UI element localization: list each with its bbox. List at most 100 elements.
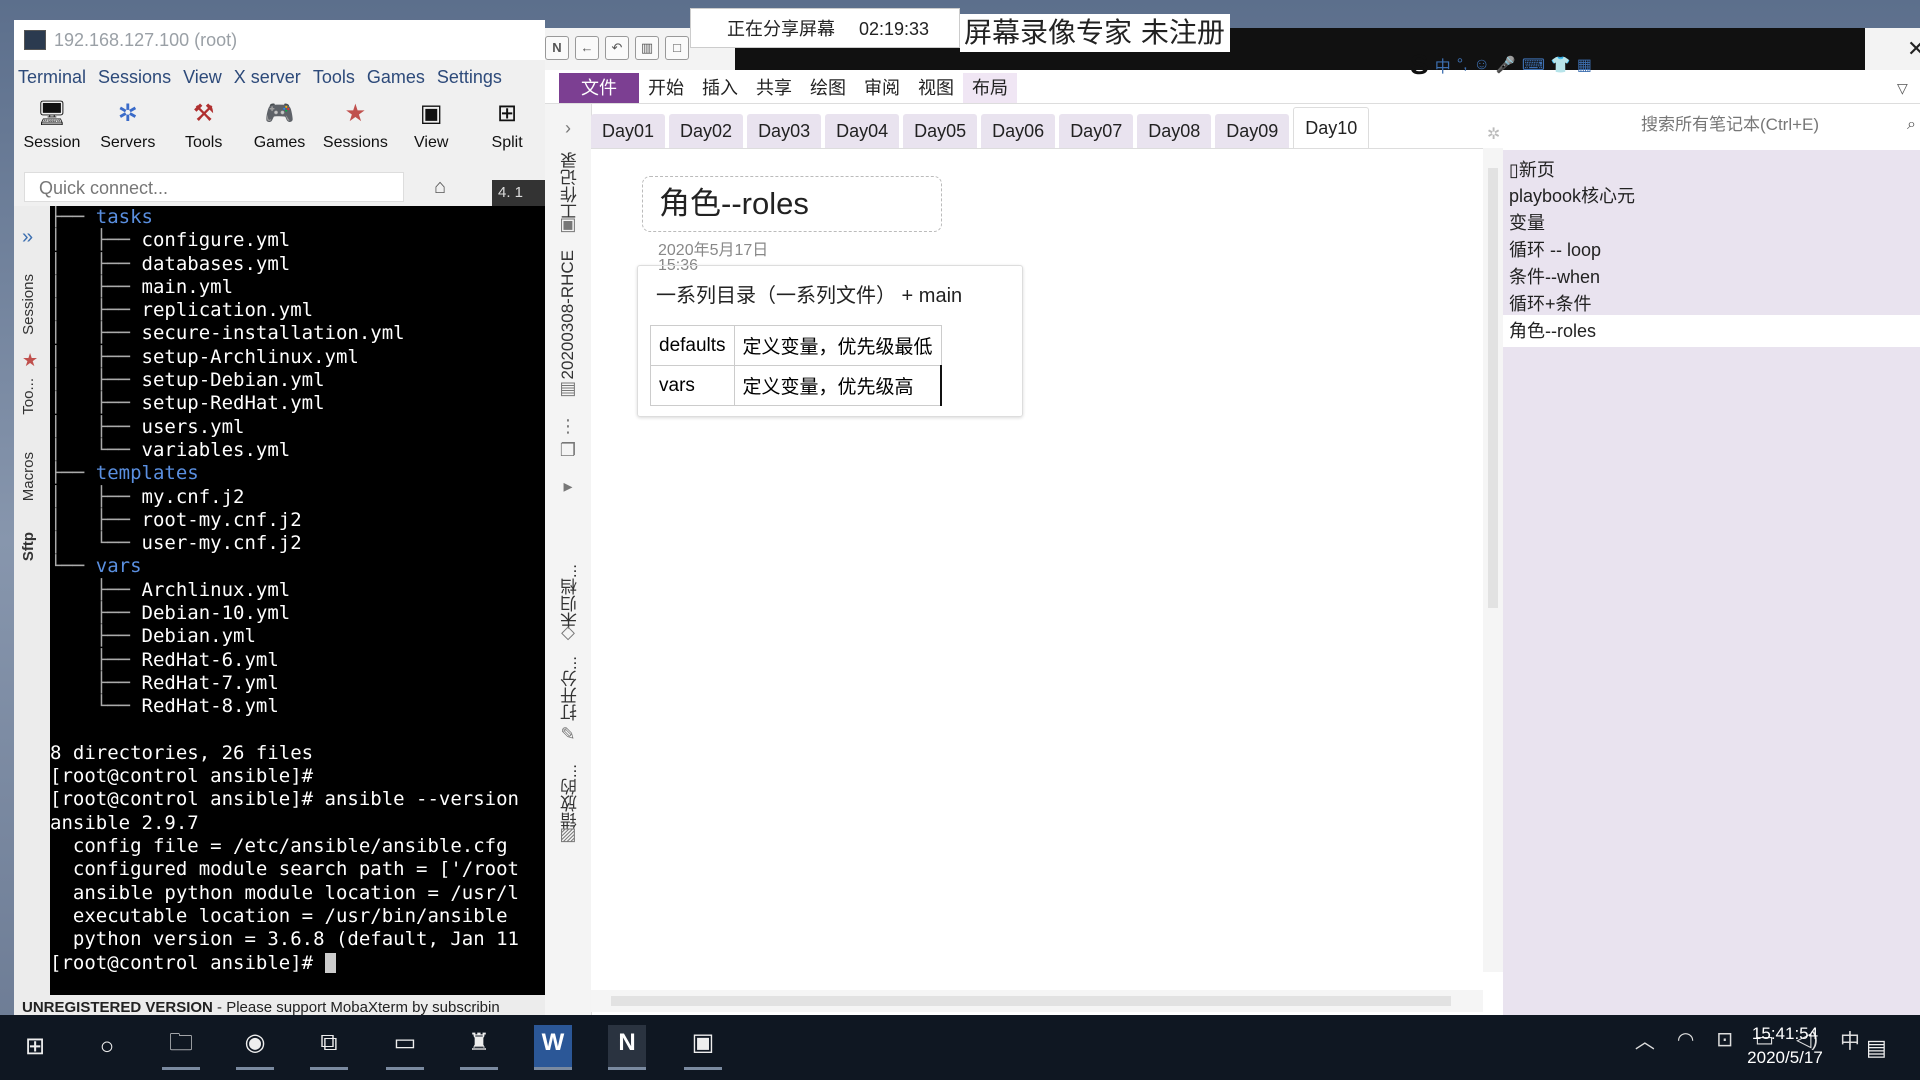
nav-open-sections[interactable]: 打开分... [558,656,583,721]
more-icon[interactable]: ⋮ [557,416,579,438]
search-notebooks-input[interactable]: 搜索所有笔记本(Ctrl+E) [1365,108,1920,142]
star-icon: ★ [22,350,39,370]
quick-connect-input[interactable]: Quick connect... [24,172,404,202]
menu-terminal[interactable]: Terminal [14,62,92,92]
dock-icon[interactable]: ▥ [635,36,659,60]
section-tab-day07[interactable]: Day07 [1059,114,1134,148]
taskbar-mobaxterm-icon[interactable]: ♜ [460,1025,498,1070]
split-button[interactable]: ⊞ Split [469,92,545,170]
menu-games[interactable]: Games [361,62,431,92]
taskbar-browser-icon[interactable]: ◉ [236,1025,274,1070]
note-container[interactable]: 一系列目录（一系列文件） + main defaults 定义变量，优先级最低 … [637,265,1023,417]
home-icon[interactable]: ⌂ [434,176,458,200]
table-cell[interactable]: vars [650,365,735,406]
servers-button[interactable]: ✲ Servers [90,92,166,170]
mobaxterm-title-bar[interactable]: 192.168.127.100 (root) [14,20,545,60]
menu-xserver[interactable]: X server [228,62,307,92]
ime-toolbar[interactable]: S 中 °, ☺ 🎤 ⌨ 👕 ▦ [1410,49,1650,80]
vertical-scrollbar[interactable] [1483,148,1503,972]
ribbon-tab-home[interactable]: 开始 [639,73,693,103]
section-tab-day06[interactable]: Day06 [981,114,1056,148]
note-page[interactable]: 角色--roles 2020年5月17日 15:36 一系列目录（一系列文件） … [591,148,1483,991]
side-tab-sessions[interactable]: Sessions [20,274,37,335]
nav-misplaced[interactable]: 错放的... [558,764,583,829]
fullpage-icon[interactable]: □ [665,36,689,60]
ribbon-tab-view[interactable]: 视图 [909,73,963,103]
taskbar-clock[interactable]: 15:41:54 2020/5/17 [1730,1022,1840,1070]
menu-tools[interactable]: Tools [307,62,361,92]
chevron-down-icon[interactable]: ▽ [1897,80,1908,97]
menu-sessions[interactable]: Sessions [92,62,177,92]
close-icon[interactable]: ✕ [1907,36,1920,62]
taskbar-recorder-icon[interactable]: ▣ [684,1025,722,1070]
table-cell[interactable]: 定义变量，优先级最低 [733,325,942,366]
taskbar-remote-desktop-icon[interactable]: ⧉ [310,1025,348,1070]
chevron-right-icon[interactable]: › [557,118,579,140]
tools-button[interactable]: ⚒ Tools [166,92,242,170]
ribbon-tab-draw[interactable]: 绘图 [801,73,855,103]
section-tab-day10[interactable]: Day10 [1293,107,1370,148]
ribbon-tab-layout[interactable]: 布局 [963,73,1017,103]
taskbar-onenote-icon[interactable]: N [608,1025,646,1070]
nav-unfiled[interactable]: 未归档... [558,564,583,629]
menu-settings[interactable]: Settings [431,62,508,92]
table-cell[interactable]: 定义变量，优先级高 [733,365,943,406]
page-item-selected[interactable]: 角色--roles [1503,315,1920,347]
table-cell[interactable]: defaults [650,325,735,366]
note-text-line[interactable]: 一系列目录（一系列文件） + main [656,279,962,308]
screen-share-indicator[interactable]: 正在分享屏幕 02:19:33 [690,8,960,48]
tree-branch: └── [50,555,96,578]
microphone-icon[interactable]: 🎤 [1496,55,1516,75]
side-tab-sftp[interactable]: Sftp [20,532,37,561]
nav-section-worklog[interactable]: 工作记录 [558,152,583,220]
search-icon[interactable]: ⌕ [1907,116,1916,134]
section-tab-day03[interactable]: Day03 [747,114,822,148]
section-tab-day08[interactable]: Day08 [1137,114,1212,148]
scrollbar-thumb[interactable] [611,996,1451,1006]
ribbon-tab-insert[interactable]: 插入 [693,73,747,103]
punctuation-icon[interactable]: °, [1457,56,1468,74]
ribbon-tab-share[interactable]: 共享 [747,73,801,103]
taskbar-ime-indicator[interactable]: 中 [1840,1025,1860,1054]
wifi-icon[interactable]: ◠ [1677,1027,1694,1052]
ribbon-tab-file[interactable]: 文件 [559,73,639,103]
start-windows-icon[interactable]: ⊞ [16,1029,54,1065]
ime-language[interactable]: 中 [1435,53,1451,77]
scrollbar-thumb[interactable] [1488,168,1498,608]
note-table[interactable]: defaults 定义变量，优先级最低 vars 定义变量，优先级高 [650,325,943,406]
expand-sidebar-icon[interactable]: » [22,226,33,249]
emoji-icon[interactable]: ☺ [1474,56,1490,74]
section-tab-day09[interactable]: Day09 [1215,114,1290,148]
page-title[interactable]: 角色--roles [642,176,942,232]
keyboard-icon[interactable]: ⌨ [1522,55,1545,75]
expand-icon[interactable]: ▸ [557,476,579,498]
session-button[interactable]: 🖥 Session [14,92,90,170]
taskbar-file-explorer-icon[interactable]: 🗀 [162,1025,200,1070]
sessions-button[interactable]: ★ Sessions [317,92,393,170]
section-tab-day02[interactable]: Day02 [669,114,744,148]
notification-icon[interactable]: ▤ [1866,1035,1887,1061]
games-button[interactable]: 🎮 Games [242,92,318,170]
chevron-up-icon[interactable]: ︿ [1635,1025,1655,1054]
section-tab-day01[interactable]: Day01 [591,114,666,148]
horizontal-scrollbar[interactable] [591,990,1483,1012]
menu-view[interactable]: View [177,62,228,92]
undo-icon[interactable]: ↶ [605,36,629,60]
terminal-line: │ ├── main.yml [50,276,545,299]
section-tab-day05[interactable]: Day05 [903,114,978,148]
side-tab-tools[interactable]: Too... [20,378,37,415]
ribbon-tab-review[interactable]: 审阅 [855,73,909,103]
copy-icon[interactable]: ❐ [557,440,579,462]
back-icon[interactable]: ← [575,36,599,60]
taskbar-word-icon[interactable]: W [534,1025,572,1070]
section-tab-day04[interactable]: Day04 [825,114,900,148]
side-tab-macros[interactable]: Macros [20,452,37,501]
nav-notebook-rhce[interactable]: 20200308-RHCE [558,250,578,379]
terminal-output[interactable]: ├── tasks │ ├── configure.yml │ ├── databa… [50,206,545,1006]
view-button[interactable]: ▣ View [393,92,469,170]
cortana-search-icon[interactable]: ○ [88,1029,126,1065]
skin-icon[interactable]: 👕 [1551,55,1571,75]
taskbar-screen-capture-icon[interactable]: ▭ [386,1025,424,1070]
grid-icon[interactable]: ▦ [1577,55,1592,75]
session-tab[interactable]: 4. 1 [492,180,545,206]
